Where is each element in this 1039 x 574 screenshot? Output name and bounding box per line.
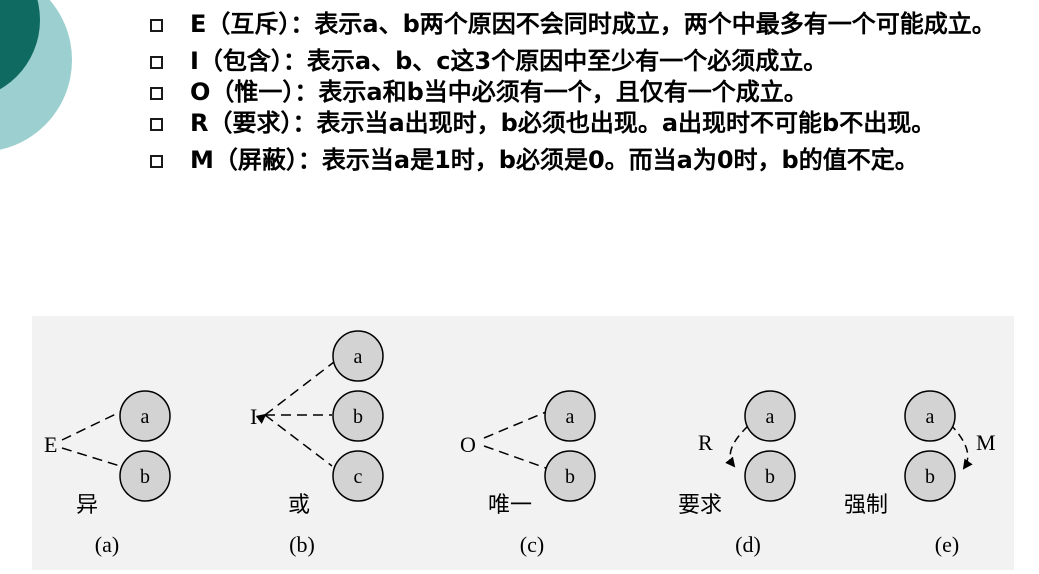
node-a-label: a: [766, 406, 775, 428]
diagram-r: a b R 要求 (d): [678, 390, 796, 557]
node-b-label: b: [925, 466, 935, 488]
diagram-o: a b O 唯一 (c): [460, 390, 596, 557]
square-bullet-icon: [150, 87, 163, 100]
node-a-label: a: [141, 406, 150, 428]
bullet-item-i: I（包含）：表示a、b、c这3个原因中至少有一个必须成立。: [146, 47, 1036, 76]
symbol-label: O: [460, 432, 476, 457]
node-a-label: a: [354, 346, 363, 368]
bullet-item-o: O（惟一）：表示a和b当中必须有一个，且仅有一个成立。: [146, 78, 1036, 107]
node-a-label: a: [926, 406, 935, 428]
caption: 唯一: [488, 493, 532, 518]
diagram-e: a b E 异 (a): [44, 390, 171, 557]
symbol-label: E: [44, 432, 57, 457]
node-a-label: a: [566, 406, 575, 428]
relation-diagram-figure: a b E 异 (a) a b c I 或 (b) a b O 唯一 (c) a…: [32, 316, 1014, 570]
caption: 强制: [844, 493, 888, 518]
bullet-item-e: E（互斥）：表示a、b两个原因不会同时成立，两个中最多有一个可能成立。: [146, 10, 1036, 39]
relation-diagrams: a b E 异 (a) a b c I 或 (b) a b O 唯一 (c) a…: [44, 330, 996, 557]
square-bullet-icon: [150, 19, 163, 32]
bullet-text: O（惟一）：表示a和b当中必须有一个，且仅有一个成立。: [190, 78, 808, 106]
panel-label: (a): [95, 532, 119, 557]
bullet-text: R（要求）：表示当a出现时，b必须也出现。a出现时不可能b不出现。: [190, 109, 936, 137]
caption: 异: [76, 493, 98, 518]
node-c-label: c: [354, 466, 363, 488]
square-bullet-icon: [150, 155, 163, 168]
bullet-text: I（包含）：表示a、b、c这3个原因中至少有一个必须成立。: [190, 47, 828, 75]
node-b-label: b: [565, 466, 575, 488]
bullet-item-m: M（屏蔽）：表示当a是1时，b必须是0。而当a为0时，b的值不定。: [146, 146, 1036, 175]
symbol-label: M: [976, 430, 996, 455]
panel-label: (b): [289, 532, 315, 557]
caption: 或: [288, 493, 310, 518]
bullet-text: M（屏蔽）：表示当a是1时，b必须是0。而当a为0时，b的值不定。: [190, 146, 919, 174]
symbol-label: I: [250, 404, 257, 429]
node-b-label: b: [765, 466, 775, 488]
corner-decoration: [0, 0, 72, 150]
diagram-m: a b M 强制 (e): [844, 390, 996, 557]
node-b-label: b: [353, 406, 363, 428]
caption: 要求: [678, 493, 722, 518]
symbol-label: R: [698, 430, 713, 455]
node-b-label: b: [140, 466, 150, 488]
bullet-item-r: R（要求）：表示当a出现时，b必须也出现。a出现时不可能b不出现。: [146, 109, 1036, 138]
square-bullet-icon: [150, 56, 163, 69]
panel-label: (c): [520, 532, 544, 557]
diagram-i: a b c I 或 (b): [250, 330, 384, 557]
square-bullet-icon: [150, 118, 163, 131]
panel-label: (d): [735, 532, 761, 557]
relation-list: E（互斥）：表示a、b两个原因不会同时成立，两个中最多有一个可能成立。 I（包含…: [146, 10, 1036, 183]
bullet-text: E（互斥）：表示a、b两个原因不会同时成立，两个中最多有一个可能成立。: [190, 10, 996, 38]
panel-label: (e): [935, 532, 959, 557]
